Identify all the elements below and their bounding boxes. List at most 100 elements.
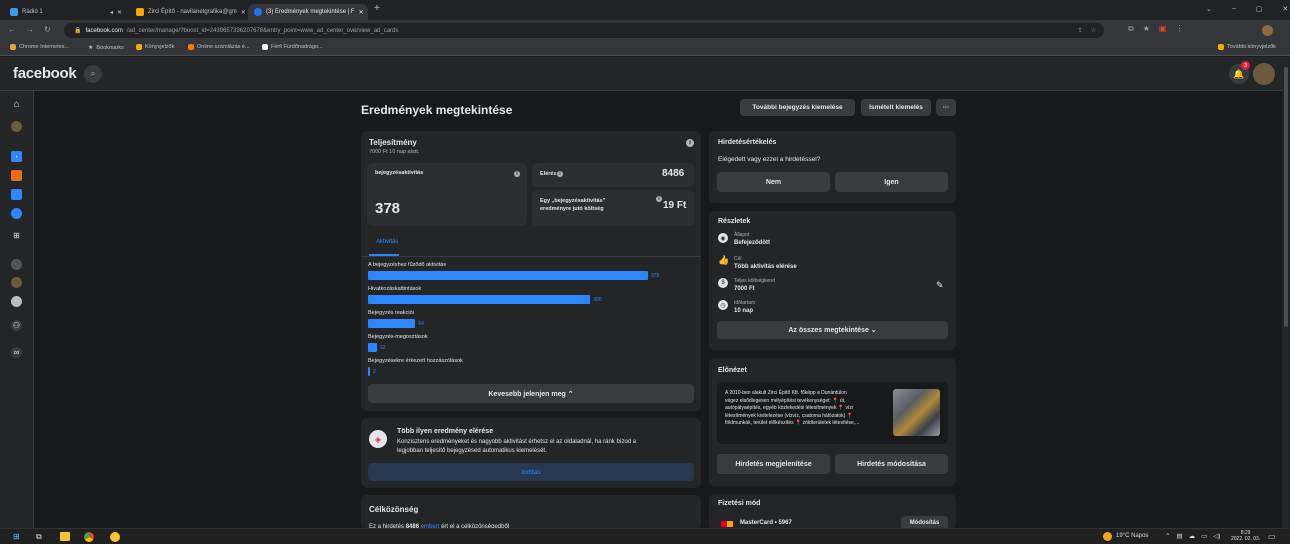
store-icon[interactable] bbox=[11, 189, 22, 200]
bar[interactable] bbox=[368, 295, 591, 304]
page-avatar[interactable] bbox=[11, 121, 22, 132]
bookmark-item[interactable]: ★ Bookmarks bbox=[88, 44, 124, 52]
left-nav-rail: ⌂ ▪ ⊞ ⚇ ∞ bbox=[0, 91, 34, 528]
groups-icon[interactable]: ⚇ bbox=[11, 320, 22, 331]
maximize-icon[interactable]: ▢ bbox=[1256, 5, 1263, 13]
bookmark-star-icon[interactable]: ★ bbox=[1143, 24, 1150, 34]
group-avatar[interactable] bbox=[11, 296, 22, 307]
facebook-favicon-icon bbox=[254, 8, 262, 16]
star-icon[interactable]: ☆ bbox=[1091, 27, 1096, 34]
account-avatar[interactable] bbox=[1253, 63, 1275, 85]
tab-activity[interactable]: Aktivitás bbox=[376, 239, 398, 245]
edit-ad-button[interactable]: Hirdetés módosítása bbox=[835, 454, 948, 474]
bookmark-item[interactable]: Chrome Internetes... bbox=[10, 44, 69, 50]
group-avatar[interactable] bbox=[11, 277, 22, 288]
bookmark-item[interactable]: Könyvjelzők bbox=[136, 44, 174, 50]
puzzle-icon[interactable]: ⋮ bbox=[1175, 24, 1183, 34]
boost-again-button[interactable]: Ismételt kiemelés bbox=[861, 99, 931, 116]
close-icon[interactable]: ✕ bbox=[241, 9, 246, 16]
other-bookmarks[interactable]: További könyvjelzők bbox=[1218, 44, 1276, 50]
reload-icon[interactable]: ↻ bbox=[44, 25, 51, 34]
reach-value: 8486 bbox=[662, 168, 685, 179]
apps-grid-icon[interactable]: ⊞ bbox=[11, 230, 22, 241]
page-scrollbar[interactable] bbox=[1282, 57, 1290, 528]
info-icon[interactable]: i bbox=[656, 196, 662, 202]
new-tab-button[interactable]: + bbox=[374, 3, 380, 14]
clock[interactable]: 8:29 2022. 02. 03. bbox=[1231, 530, 1260, 542]
file-explorer-icon[interactable] bbox=[60, 532, 70, 541]
bar[interactable] bbox=[368, 367, 370, 376]
gmail-extension-icon[interactable]: ▣ bbox=[1159, 24, 1167, 34]
tab-nav-arrows[interactable]: ◂ ✕ bbox=[104, 4, 128, 20]
forward-icon[interactable]: → bbox=[26, 25, 34, 34]
bar[interactable] bbox=[368, 319, 416, 328]
tab-search-icon[interactable]: ⌄ bbox=[1206, 5, 1212, 13]
info-icon[interactable]: i bbox=[557, 171, 563, 177]
search-icon[interactable]: ⌕ bbox=[84, 65, 102, 83]
link-icon[interactable]: ∞ bbox=[11, 347, 22, 358]
bar[interactable] bbox=[368, 271, 648, 280]
reach-label: Elérés bbox=[540, 171, 557, 177]
clock-date: 2022. 02. 03. bbox=[1231, 536, 1261, 542]
bookmark-item[interactable]: Férfi Fürdőnadrágo... bbox=[262, 44, 323, 50]
start-button[interactable]: Indítás bbox=[368, 463, 694, 481]
app-tray-icon[interactable]: ▤ bbox=[1176, 532, 1182, 540]
flag-icon[interactable] bbox=[11, 170, 22, 181]
chevron-up-icon[interactable]: ⌃ bbox=[1165, 532, 1170, 540]
network-icon[interactable]: ▭ bbox=[1201, 532, 1207, 540]
info-icon[interactable]: i bbox=[686, 139, 694, 147]
minimize-icon[interactable]: – bbox=[1232, 5, 1236, 13]
windows-start-icon[interactable]: ⊞ bbox=[13, 532, 20, 541]
shop-icon bbox=[262, 44, 268, 50]
bar-label: Bejegyzésekre érkezett hozzászólások bbox=[368, 358, 463, 364]
show-less-button[interactable]: Kevesebb jelenjen meg ⌃ bbox=[368, 384, 694, 403]
show-ad-button[interactable]: Hirdetés megjelenítése bbox=[717, 454, 830, 474]
weather-text[interactable]: 19°C Napos bbox=[1116, 533, 1148, 539]
page-title: Eredmények megtekintése bbox=[361, 103, 513, 117]
bookmark-label: Online számlázás é... bbox=[197, 44, 250, 50]
share-icon[interactable]: ⇪ bbox=[1078, 27, 1083, 34]
home-icon[interactable]: ⌂ bbox=[11, 99, 22, 110]
back-icon[interactable]: ← bbox=[8, 25, 16, 34]
scrollbar-thumb[interactable] bbox=[1284, 67, 1288, 327]
close-icon[interactable]: ✕ bbox=[359, 9, 364, 16]
bar-value: 378 bbox=[651, 273, 660, 279]
app-taskbar-icon[interactable] bbox=[110, 532, 120, 542]
ad-center-icon[interactable]: ▪ bbox=[11, 151, 22, 162]
boost-another-post-button[interactable]: További bejegyzés kiemelése bbox=[740, 99, 855, 116]
edit-pencil-icon[interactable]: ✎ bbox=[936, 280, 944, 291]
browser-tab-active[interactable]: (3) Eredmények megtekintése | F ✕ bbox=[248, 4, 368, 20]
gaming-icon[interactable] bbox=[11, 208, 22, 219]
folder-icon bbox=[136, 44, 142, 50]
detail-label: Időtartam bbox=[734, 300, 756, 306]
yes-button[interactable]: Igen bbox=[835, 172, 948, 192]
bar[interactable] bbox=[368, 343, 377, 352]
task-view-icon[interactable]: ⧉ bbox=[36, 532, 42, 542]
see-all-button[interactable]: Az összes megtekintése ⌄ bbox=[717, 321, 948, 339]
url-field[interactable]: 🔒 facebook.com/ad_center/manage/?boost_i… bbox=[64, 23, 1104, 38]
browser-tab[interactable]: Zirci Építő - navilanetgrafika@gm ✕ bbox=[130, 4, 247, 20]
bookmark-item[interactable]: Online számlázás é... bbox=[188, 44, 250, 50]
cloud-icon[interactable]: ☁ bbox=[1189, 532, 1196, 540]
info-icon[interactable]: i bbox=[514, 171, 520, 177]
close-icon[interactable]: ✕ bbox=[117, 9, 122, 16]
nav-buttons: ← → ↻ bbox=[8, 25, 51, 34]
detail-value: 10 nap bbox=[734, 308, 754, 314]
tab-title: Rádió 1 bbox=[22, 9, 43, 15]
more-actions-button[interactable]: ··· bbox=[936, 99, 956, 116]
detail-label: Cél bbox=[734, 256, 742, 262]
volume-icon[interactable]: ◁) bbox=[1213, 532, 1220, 540]
notification-center-icon[interactable]: ▭ bbox=[1268, 532, 1276, 541]
rating-question: Elégedett vagy ezzel a hirdetéssel? bbox=[718, 156, 821, 163]
no-button[interactable]: Nem bbox=[717, 172, 830, 192]
bar-value: 300 bbox=[593, 297, 602, 303]
extension-icon[interactable]: ⧉ bbox=[1128, 24, 1134, 34]
chrome-taskbar-icon[interactable] bbox=[84, 532, 94, 542]
facebook-logo[interactable]: facebook bbox=[13, 65, 77, 82]
thumbs-up-icon: 👍 bbox=[718, 255, 730, 265]
close-window-icon[interactable]: ✕ bbox=[1282, 5, 1288, 13]
profile-avatar[interactable] bbox=[1262, 25, 1273, 36]
group-avatar[interactable] bbox=[11, 259, 22, 270]
cost-value: 19 Ft bbox=[663, 200, 687, 211]
browser-tab[interactable]: Rádió 1 bbox=[4, 4, 104, 20]
